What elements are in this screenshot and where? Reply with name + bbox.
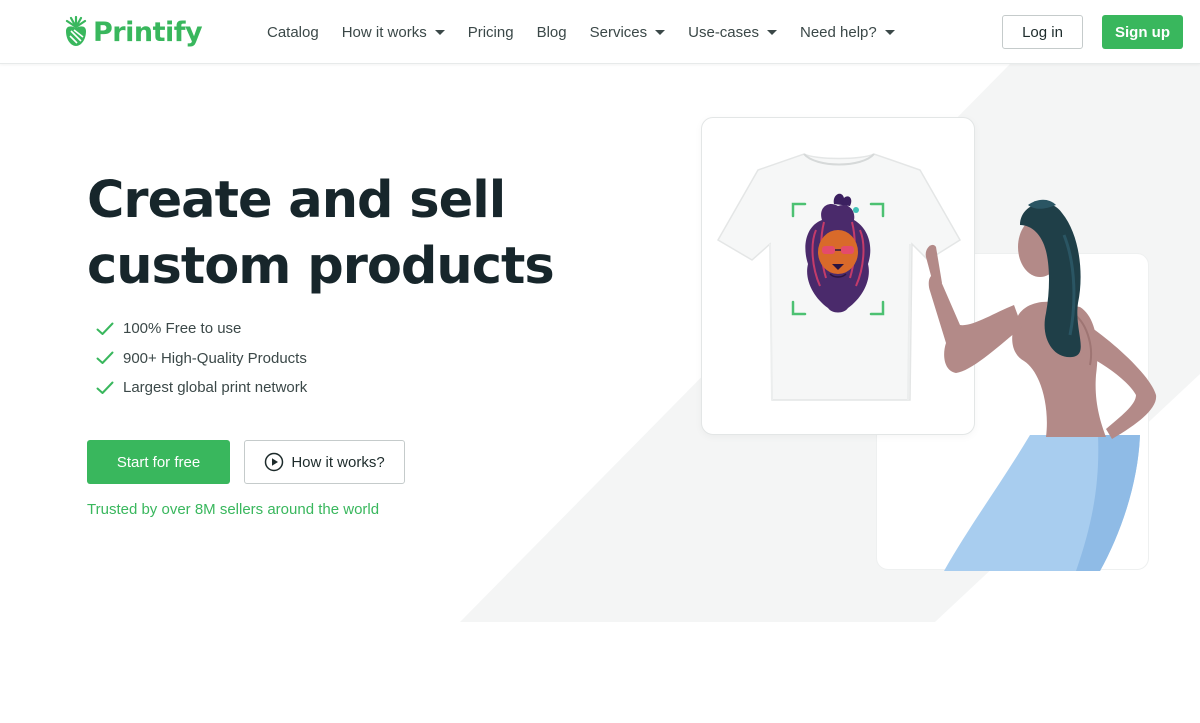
hero-title-line-2: custom products (87, 237, 555, 296)
woman-illustration (925, 199, 1157, 571)
feature-text: 900+ High-Quality Products (123, 349, 307, 367)
feature-item: 900+ High-Quality Products (96, 344, 307, 374)
nav-item-how-it-works[interactable]: How it works (342, 24, 445, 41)
check-icon (96, 381, 114, 394)
nav-item-label: Need help? (800, 23, 877, 41)
chevron-down-icon (884, 29, 895, 35)
feature-item: 100% Free to use (96, 314, 307, 344)
feature-list: 100% Free to use 900+ High-Quality Produ… (96, 314, 307, 403)
nav-item-need-help[interactable]: Need help? (800, 24, 895, 41)
hero-title: Create and sell custom products (87, 168, 647, 300)
check-icon (96, 322, 114, 335)
play-circle-icon (265, 452, 284, 472)
main-nav: Catalog How it works Pricing Blog Servic… (267, 20, 918, 44)
nav-item-label: Pricing (467, 23, 514, 41)
how-it-works-label: How it works? (291, 453, 385, 471)
chevron-down-icon (655, 29, 666, 35)
logo-wordmark: Printify (93, 16, 203, 48)
nav-item-label: Services (589, 23, 648, 41)
hero-title-line-1: Create and sell (87, 171, 506, 230)
chevron-down-icon (434, 29, 445, 35)
site-header: Printify Catalog How it works Pricing Bl… (0, 0, 1200, 64)
feature-text: Largest global print network (123, 379, 308, 397)
nav-item-catalog[interactable]: Catalog (267, 24, 319, 41)
printify-logo[interactable]: Printify (63, 14, 203, 50)
start-for-free-button[interactable]: Start for free (87, 440, 230, 484)
login-button[interactable]: Log in (1002, 15, 1083, 49)
trusted-by-text: Trusted by over 8M sellers around the wo… (87, 501, 380, 518)
signup-button[interactable]: Sign up (1102, 15, 1183, 49)
printify-logo-icon (65, 16, 87, 46)
nav-item-pricing[interactable]: Pricing (468, 24, 514, 41)
how-it-works-button[interactable]: How it works? (244, 440, 405, 484)
nav-item-blog[interactable]: Blog (537, 24, 567, 41)
check-icon (96, 351, 114, 365)
chevron-down-icon (767, 29, 777, 35)
nav-item-label: Catalog (267, 23, 319, 41)
nav-item-use-cases[interactable]: Use-cases (688, 24, 777, 41)
nav-item-services[interactable]: Services (590, 24, 666, 41)
nav-item-label: How it works (341, 23, 427, 41)
feature-item: Largest global print network (96, 373, 307, 403)
feature-text: 100% Free to use (123, 320, 242, 338)
nav-item-label: Use-cases (688, 23, 759, 41)
nav-item-label: Blog (536, 23, 567, 41)
